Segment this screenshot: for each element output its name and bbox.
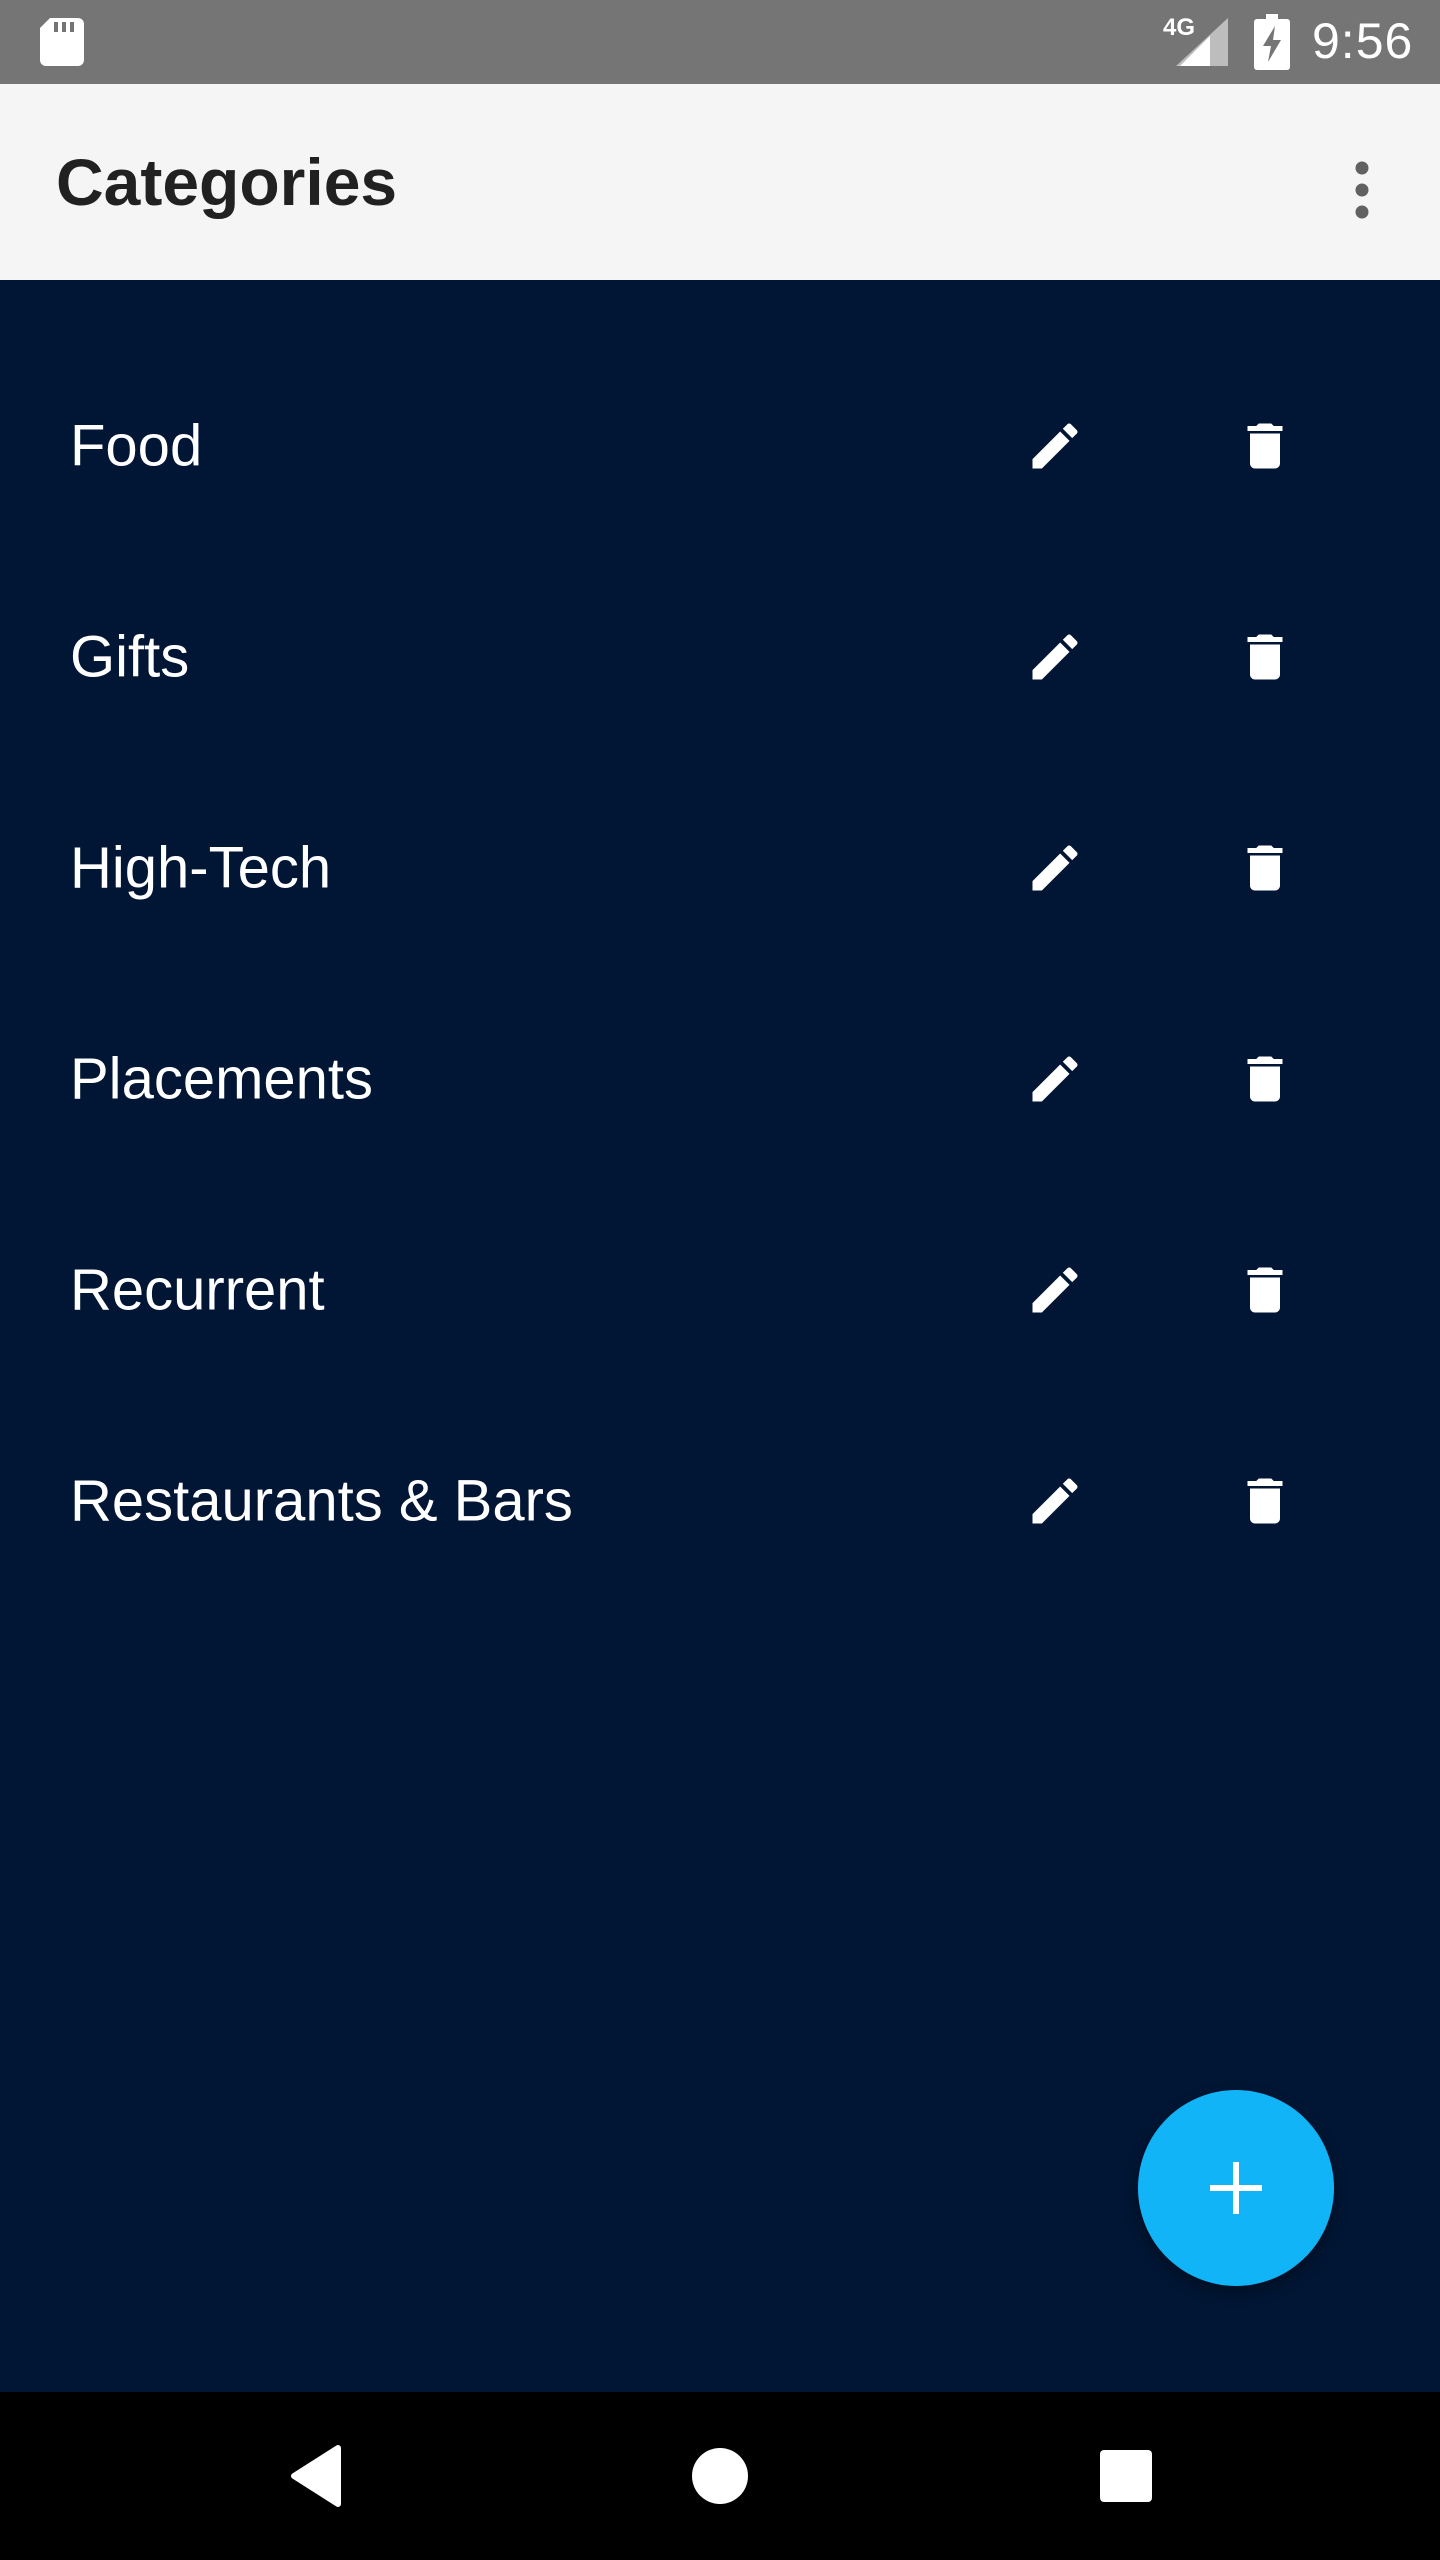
- home-button[interactable]: [636, 2392, 804, 2560]
- recents-icon: [1100, 2450, 1152, 2502]
- pencil-icon: [1032, 633, 1078, 679]
- category-row[interactable]: Recurrent: [0, 1184, 1440, 1395]
- pencil-icon: [1032, 422, 1078, 468]
- page-title: Categories: [56, 145, 398, 219]
- plus-icon: [1210, 2162, 1262, 2214]
- back-button[interactable]: [232, 2392, 400, 2560]
- trash-icon: [1247, 634, 1283, 679]
- pencil-icon: [1032, 1477, 1078, 1523]
- overflow-menu-button[interactable]: [1330, 140, 1394, 240]
- category-row[interactable]: Food: [0, 340, 1440, 551]
- delete-category-button[interactable]: [1220, 612, 1310, 702]
- status-bar: 4G 9:56: [0, 0, 1440, 84]
- category-label: Restaurants & Bars: [70, 1468, 573, 1533]
- category-row[interactable]: Restaurants & Bars: [0, 1395, 1440, 1606]
- pencil-icon: [1032, 844, 1078, 890]
- back-icon: [291, 2445, 341, 2507]
- recents-button[interactable]: [1042, 2392, 1210, 2560]
- edit-category-button[interactable]: [1010, 1456, 1100, 1546]
- category-label: Food: [70, 413, 203, 478]
- status-clock: 9:56: [1312, 13, 1414, 69]
- more-vert-icon: [1355, 161, 1369, 219]
- trash-icon: [1247, 1056, 1283, 1101]
- category-label: High-Tech: [70, 835, 332, 900]
- sd-card-icon: [40, 18, 84, 66]
- delete-category-button[interactable]: [1220, 1034, 1310, 1124]
- edit-category-button[interactable]: [1010, 823, 1100, 913]
- trash-icon: [1247, 423, 1283, 468]
- delete-category-button[interactable]: [1220, 401, 1310, 491]
- navigation-bar: [0, 2392, 1440, 2560]
- category-label: Recurrent: [70, 1257, 325, 1322]
- category-label: Placements: [70, 1046, 374, 1111]
- category-label: Gifts: [70, 624, 190, 689]
- app-bar: Categories: [0, 84, 1440, 280]
- trash-icon: [1247, 1478, 1283, 1523]
- trash-icon: [1247, 845, 1283, 890]
- delete-category-button[interactable]: [1220, 1456, 1310, 1546]
- category-row[interactable]: Placements: [0, 973, 1440, 1184]
- category-row[interactable]: High-Tech: [0, 762, 1440, 973]
- delete-category-button[interactable]: [1220, 1245, 1310, 1335]
- add-category-button[interactable]: [1138, 2090, 1334, 2286]
- category-row[interactable]: Gifts: [0, 551, 1440, 762]
- delete-category-button[interactable]: [1220, 823, 1310, 913]
- edit-category-button[interactable]: [1010, 1034, 1100, 1124]
- edit-category-button[interactable]: [1010, 401, 1100, 491]
- trash-icon: [1247, 1267, 1283, 1312]
- battery-charging-icon: [1254, 14, 1290, 70]
- edit-category-button[interactable]: [1010, 612, 1100, 702]
- edit-category-button[interactable]: [1010, 1245, 1100, 1335]
- pencil-icon: [1032, 1055, 1078, 1101]
- signal-icon: [1176, 18, 1228, 66]
- home-icon: [692, 2448, 748, 2504]
- pencil-icon: [1032, 1266, 1078, 1312]
